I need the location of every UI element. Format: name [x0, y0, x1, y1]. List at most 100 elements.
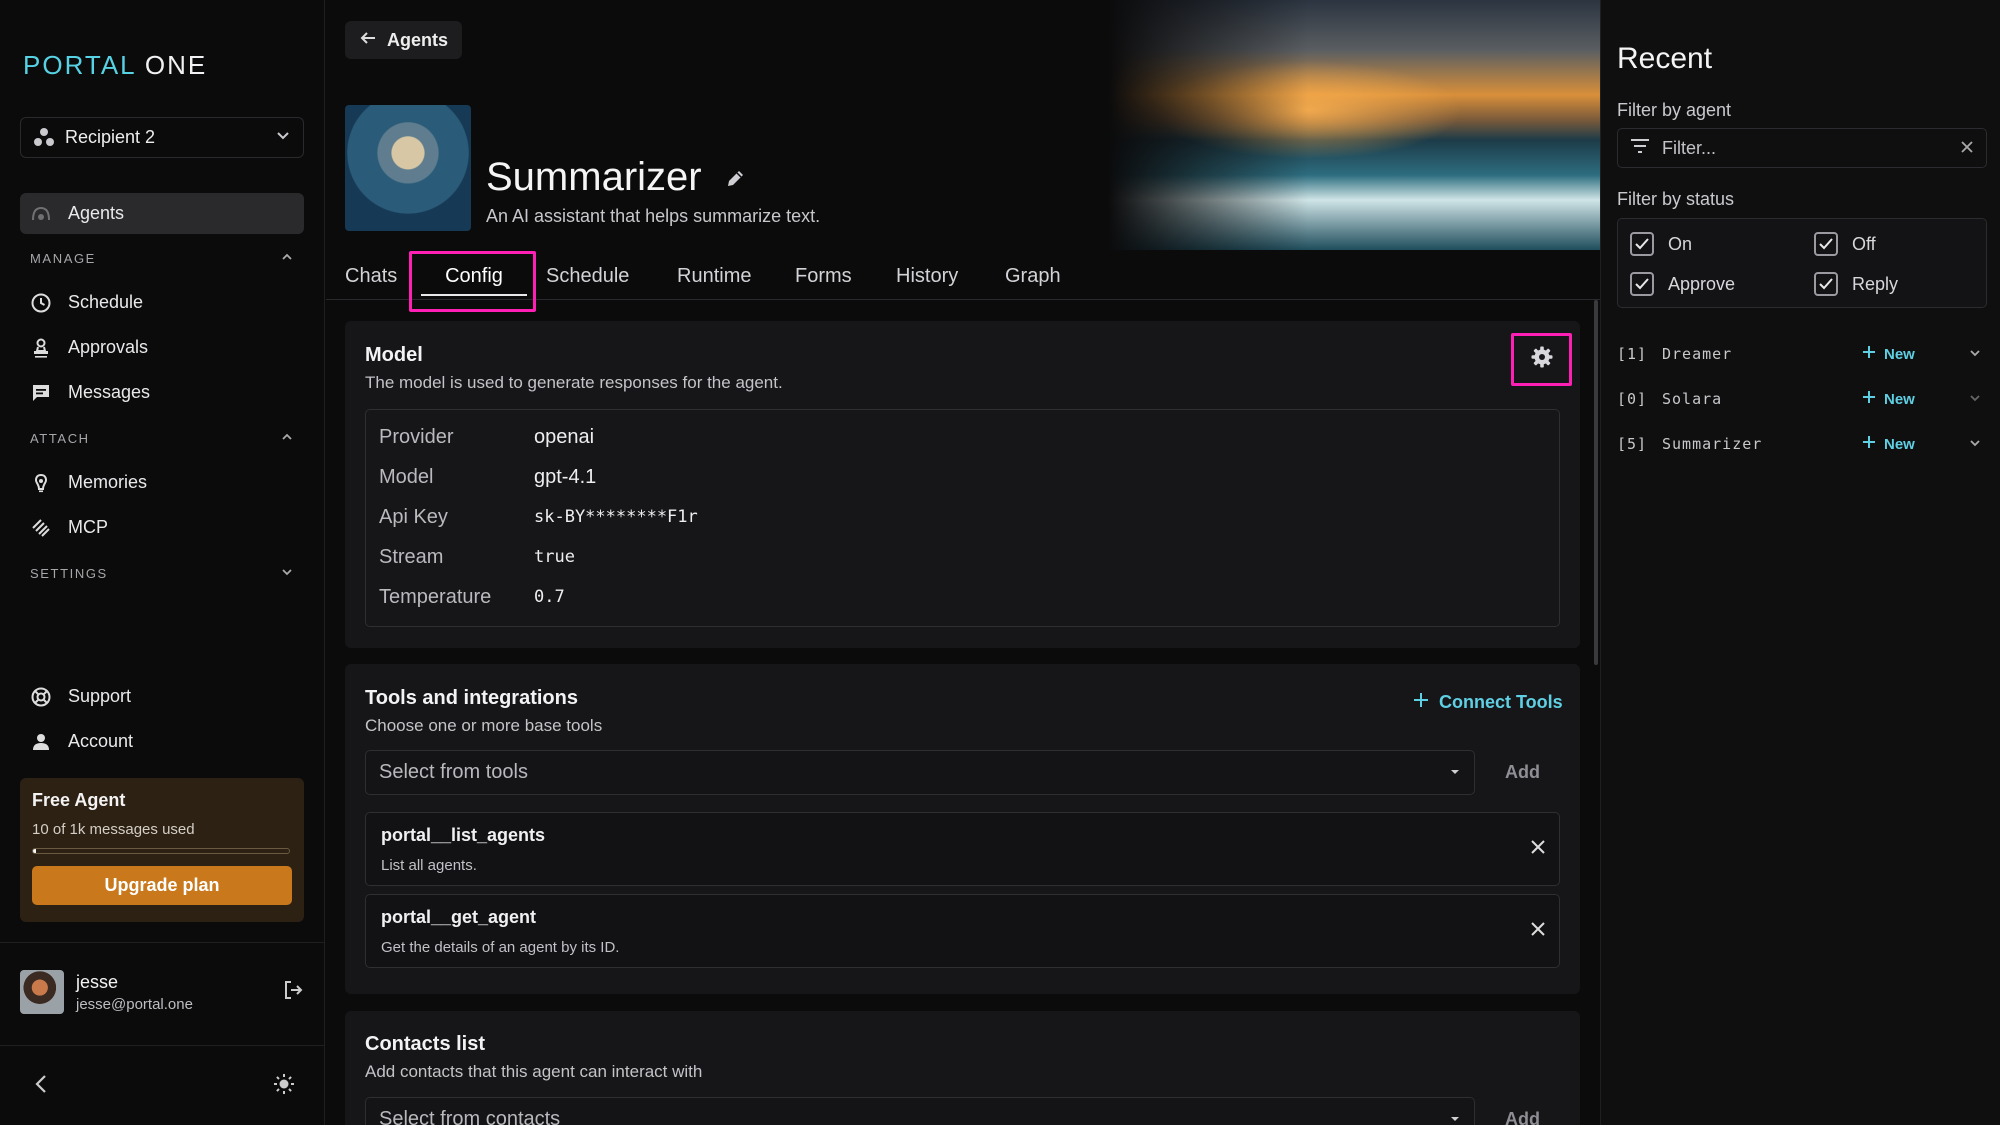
- new-chat-button[interactable]: New: [1862, 390, 1915, 408]
- brand-logo[interactable]: PORTAL ONE: [23, 50, 207, 81]
- organization-select[interactable]: Recipient 2: [20, 117, 304, 158]
- section-attach[interactable]: ATTACH: [30, 430, 294, 447]
- chevron-up-icon: [280, 250, 294, 267]
- new-chat-button[interactable]: New: [1862, 435, 1915, 453]
- sidebar-item-agents[interactable]: Agents: [20, 193, 304, 234]
- config-key: Api Key: [379, 505, 448, 528]
- recent-item-name: Dreamer: [1662, 345, 1733, 363]
- tools-select[interactable]: Select from tools: [365, 750, 1475, 795]
- status-checkbox-approve[interactable]: Approve: [1630, 272, 1735, 296]
- sidebar-item-memories[interactable]: Memories: [20, 462, 304, 503]
- sidebar-item-label: Messages: [68, 382, 151, 402]
- tab-history[interactable]: History: [896, 250, 958, 300]
- section-manage[interactable]: MANAGE: [30, 250, 294, 267]
- model-config-row: Model gpt-4.1: [379, 462, 596, 492]
- recent-title: Recent: [1617, 42, 1713, 75]
- sidebar-item-label: Memories: [68, 472, 148, 492]
- sidebar-item-support[interactable]: Support: [20, 676, 304, 717]
- tools-select-placeholder: Select from tools: [379, 761, 528, 783]
- status-label: Off: [1852, 233, 1876, 254]
- mcp-icon: [30, 517, 52, 539]
- sun-icon[interactable]: [272, 1072, 296, 1101]
- tab-schedule[interactable]: Schedule: [546, 250, 629, 300]
- agent-filter-input[interactable]: Filter...: [1617, 128, 1987, 168]
- sidebar-item-label: Schedule: [68, 292, 144, 312]
- recent-item-name: Solara: [1662, 390, 1723, 408]
- sidebar-item-approvals[interactable]: Approvals: [20, 327, 304, 368]
- config-key: Provider: [379, 425, 454, 448]
- recent-panel: Recent Filter by agent Filter... Filter …: [1600, 0, 2000, 1125]
- chevron-down-icon[interactable]: [1969, 435, 1981, 453]
- sidebar-item-label: Agents: [68, 203, 125, 223]
- filter-icon: [1630, 138, 1650, 159]
- chevron-up-icon: [280, 430, 294, 447]
- close-icon[interactable]: [1528, 837, 1548, 862]
- plan-usage: 10 of 1k messages used: [32, 821, 195, 838]
- model-config-row: Provider openai: [379, 422, 594, 452]
- agent-name: Summarizer: [486, 155, 702, 199]
- chevron-down-icon[interactable]: [1969, 345, 1981, 363]
- user-name: jesse: [76, 971, 119, 992]
- plan-usage-bar-fill: [33, 849, 36, 853]
- pencil-icon[interactable]: [724, 155, 746, 200]
- model-card-title: Model: [365, 344, 423, 366]
- connect-tools-button[interactable]: Connect Tools: [1413, 692, 1563, 713]
- contacts-select[interactable]: Select from contacts: [365, 1097, 1475, 1125]
- tab-runtime[interactable]: Runtime: [677, 250, 751, 300]
- chevron-down-icon[interactable]: [1969, 390, 1981, 408]
- user-profile[interactable]: jesse jesse@portal.one: [20, 967, 304, 1017]
- add-contact-button[interactable]: Add: [1505, 1109, 1540, 1125]
- status-checkbox-off[interactable]: Off: [1814, 232, 1876, 256]
- chevron-down-icon: [280, 565, 294, 582]
- status-checkbox-on[interactable]: On: [1630, 232, 1692, 256]
- new-chat-button[interactable]: New: [1862, 345, 1915, 363]
- section-settings[interactable]: SETTINGS: [30, 565, 294, 582]
- sidebar-item-account[interactable]: Account: [20, 721, 304, 762]
- sidebar-item-label: Approvals: [68, 337, 149, 357]
- brand-part2: ONE: [144, 50, 208, 80]
- status-label: Reply: [1852, 273, 1899, 294]
- back-to-agents-button[interactable]: Agents: [345, 21, 463, 59]
- checkbox-checked-icon: [1630, 272, 1654, 296]
- section-attach-label: ATTACH: [30, 431, 90, 446]
- sidebar-item-label: MCP: [68, 517, 108, 537]
- config-key: Stream: [379, 545, 444, 568]
- tab-chats[interactable]: Chats: [345, 250, 397, 300]
- recent-item-name: Summarizer: [1662, 435, 1763, 453]
- contacts-card-title: Contacts list: [365, 1033, 486, 1055]
- tab-graph[interactable]: Graph: [1005, 250, 1061, 300]
- lifebuoy-icon: [30, 686, 52, 708]
- plus-icon: [1862, 390, 1876, 408]
- recent-item[interactable]: [0] Solara New: [1617, 384, 1987, 414]
- close-icon[interactable]: [1528, 919, 1548, 944]
- sidebar-item-messages[interactable]: Messages: [20, 372, 304, 413]
- filter-status-label: Filter by status: [1617, 189, 1735, 209]
- gear-icon: [1530, 345, 1554, 374]
- sidebar-divider: [0, 942, 325, 943]
- config-value: sk-BY********F1r: [534, 507, 698, 527]
- recent-item[interactable]: [5] Summarizer New: [1617, 429, 1987, 459]
- config-value: 0.7: [534, 587, 565, 607]
- tools-card-subtitle: Choose one or more base tools: [365, 716, 603, 735]
- model-config-row: Api Key sk-BY********F1r: [379, 502, 698, 532]
- logout-icon[interactable]: [282, 979, 304, 1006]
- close-icon[interactable]: [1960, 138, 1974, 159]
- add-tool-button[interactable]: Add: [1505, 762, 1540, 783]
- sidebar-item-mcp[interactable]: MCP: [20, 507, 304, 548]
- sidebar-item-schedule[interactable]: Schedule: [20, 282, 304, 323]
- clock-icon: [30, 292, 52, 314]
- status-checkbox-reply[interactable]: Reply: [1814, 272, 1898, 296]
- message-icon: [30, 382, 52, 404]
- stamp-icon: [30, 337, 52, 359]
- upgrade-plan-button[interactable]: Upgrade plan: [32, 866, 292, 905]
- checkbox-checked-icon: [1630, 232, 1654, 256]
- tab-forms[interactable]: Forms: [795, 250, 852, 300]
- app-root: PORTAL ONE Recipient 2 Agents MANAGE Sch…: [0, 0, 2000, 1125]
- plan-usage-bar: [32, 848, 290, 854]
- scrollbar[interactable]: [1594, 300, 1598, 665]
- model-settings-button[interactable]: [1511, 333, 1572, 386]
- chevron-left-icon[interactable]: [32, 1072, 52, 1101]
- status-filter-group: On Off Approve Reply: [1617, 218, 1987, 308]
- recent-item[interactable]: [1] Dreamer New: [1617, 339, 1987, 369]
- avatar: [20, 970, 64, 1014]
